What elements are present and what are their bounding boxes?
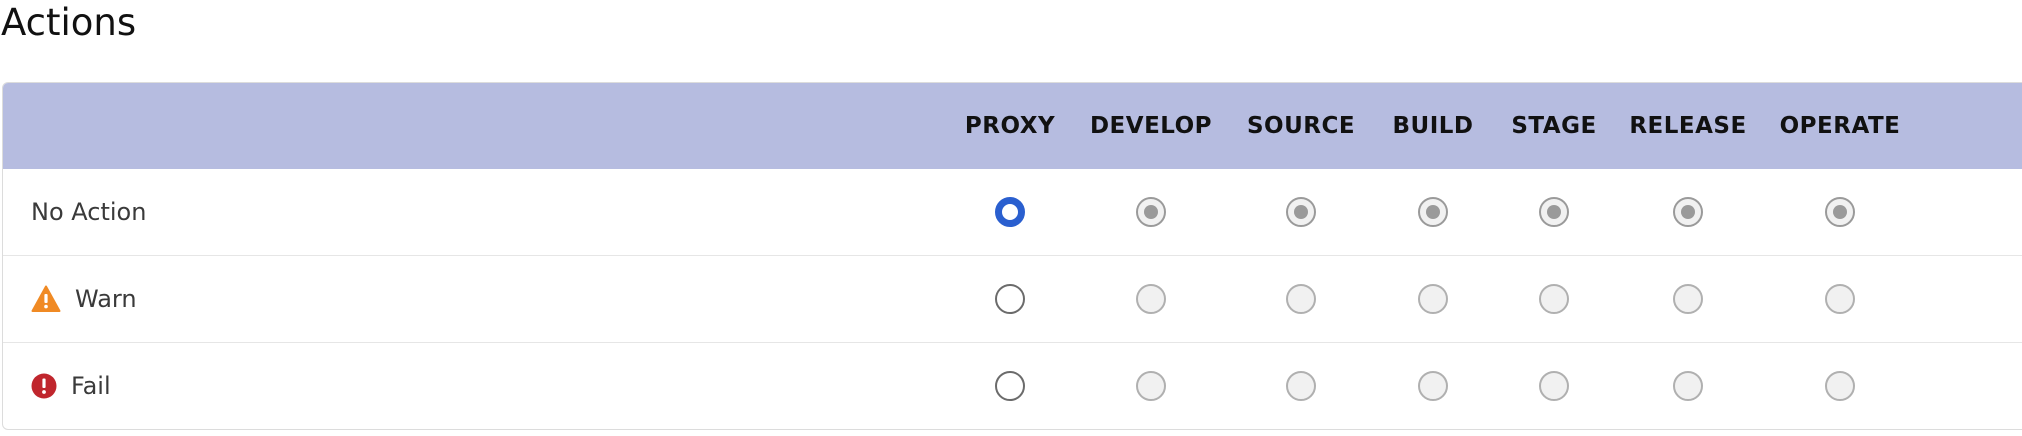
radio-no-action-proxy[interactable] [995, 197, 1025, 227]
radio-no-action-develop[interactable] [1136, 197, 1166, 227]
column-header-proxy: PROXY [964, 113, 1056, 139]
warning-triangle-icon [31, 285, 61, 313]
row-label-text: No Action [31, 198, 147, 226]
radio-fail-release[interactable] [1673, 371, 1703, 401]
table-row-warn: Warn [3, 255, 2022, 342]
row-label-text: Warn [75, 285, 137, 313]
row-label-text: Fail [71, 372, 111, 400]
radio-no-action-source[interactable] [1286, 197, 1316, 227]
column-header-operate: OPERATE [1779, 113, 1901, 139]
column-header-develop: DEVELOP [1089, 113, 1213, 139]
radio-no-action-build[interactable] [1418, 197, 1448, 227]
radio-fail-proxy[interactable] [995, 371, 1025, 401]
radio-warn-operate[interactable] [1825, 284, 1855, 314]
row-label-no-action: No Action [31, 169, 146, 255]
column-header-stage: STAGE [1511, 113, 1597, 139]
radio-no-action-release[interactable] [1673, 197, 1703, 227]
table-row-no-action: No Action [3, 169, 2022, 255]
radio-fail-build[interactable] [1418, 371, 1448, 401]
column-header-source: SOURCE [1246, 113, 1356, 139]
radio-no-action-operate[interactable] [1825, 197, 1855, 227]
table-header: PROXY DEVELOP SOURCE BUILD STAGE RELEASE… [3, 83, 2022, 169]
radio-warn-build[interactable] [1418, 284, 1448, 314]
radio-fail-operate[interactable] [1825, 371, 1855, 401]
radio-warn-stage[interactable] [1539, 284, 1569, 314]
column-header-release: RELEASE [1629, 113, 1747, 139]
radio-warn-source[interactable] [1286, 284, 1316, 314]
actions-table: PROXY DEVELOP SOURCE BUILD STAGE RELEASE… [2, 82, 2022, 430]
radio-fail-stage[interactable] [1539, 371, 1569, 401]
column-header-build: BUILD [1392, 113, 1474, 139]
radio-warn-develop[interactable] [1136, 284, 1166, 314]
radio-fail-develop[interactable] [1136, 371, 1166, 401]
table-row-fail: Fail [3, 342, 2022, 429]
row-label-warn: Warn [31, 256, 137, 342]
radio-fail-source[interactable] [1286, 371, 1316, 401]
radio-warn-proxy[interactable] [995, 284, 1025, 314]
page-title: Actions [1, 1, 137, 44]
radio-no-action-stage[interactable] [1539, 197, 1569, 227]
radio-warn-release[interactable] [1673, 284, 1703, 314]
row-label-fail: Fail [31, 343, 111, 429]
error-circle-icon [31, 373, 57, 399]
